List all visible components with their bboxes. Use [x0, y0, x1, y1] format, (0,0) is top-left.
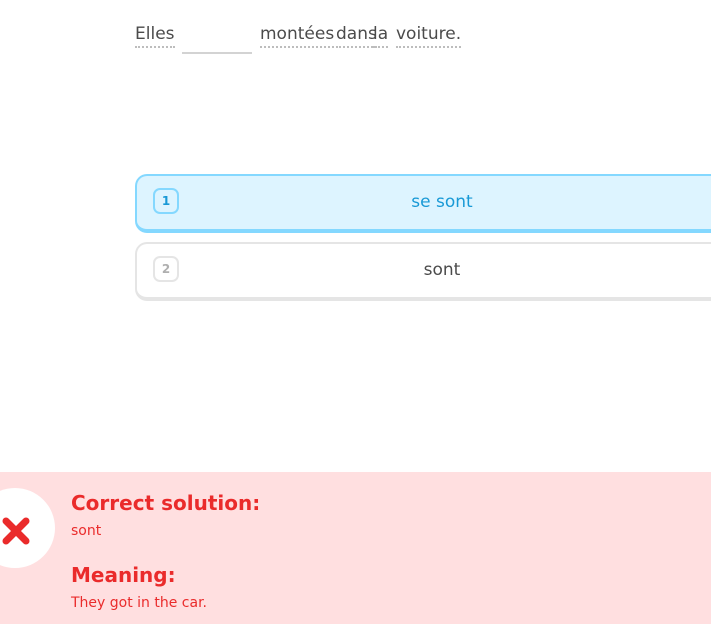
choice-number-badge: 2	[153, 256, 179, 282]
sentence-word[interactable]: la	[373, 22, 389, 48]
feedback-banner: Correct solution: sont Meaning: They got…	[0, 472, 711, 624]
choice-label: sont	[423, 260, 461, 280]
meaning-heading: Meaning:	[71, 563, 176, 587]
solution-heading: Correct solution:	[71, 491, 261, 515]
close-icon	[2, 517, 30, 545]
answer-blank[interactable]	[182, 52, 252, 54]
choice-option-2[interactable]: 2 sont	[135, 242, 711, 301]
choice-label: se sont	[411, 192, 473, 212]
sentence-word[interactable]: dans	[336, 22, 377, 48]
exercise-page: Elles montées dans la voiture. 1 se sont…	[0, 0, 711, 624]
sentence-word[interactable]: voiture.	[396, 22, 462, 48]
meaning-text: They got in the car.	[71, 595, 208, 611]
choice-option-1[interactable]: 1 se sont	[135, 174, 711, 233]
sentence-word[interactable]: Elles	[135, 22, 175, 48]
choice-number-badge: 1	[153, 188, 179, 214]
sentence-word[interactable]: montées	[260, 22, 335, 48]
solution-text: sont	[71, 523, 102, 539]
